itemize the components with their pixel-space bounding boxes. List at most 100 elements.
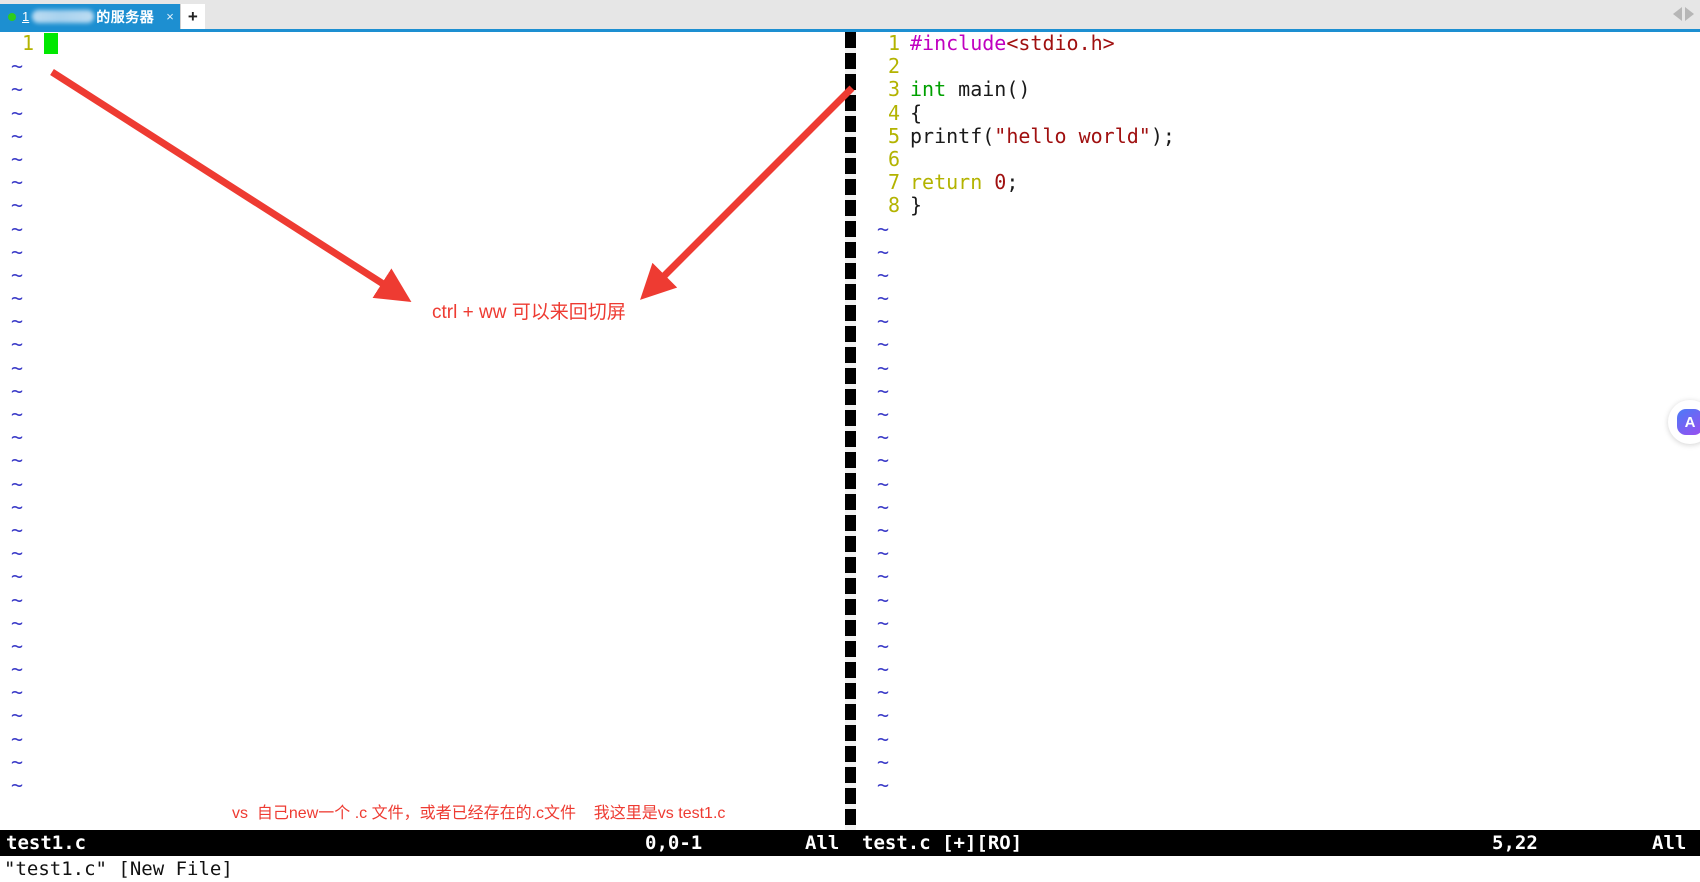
empty-line-marker: ~	[0, 587, 845, 612]
line-content: {	[910, 101, 922, 125]
editor-line: 5 printf("hello world");	[866, 124, 1700, 148]
vim-message-line: "test1.c" [New File]	[0, 856, 1700, 882]
tilde-icon: ~	[10, 657, 24, 682]
empty-line-marker: ~	[866, 726, 1700, 751]
empty-line-marker: ~	[0, 146, 845, 171]
empty-line-marker: ~	[866, 704, 1700, 727]
empty-line-marker: ~	[866, 471, 1700, 496]
line-number: 3	[887, 77, 900, 102]
tilde-icon: ~	[10, 703, 24, 728]
tilde-icon: ~	[10, 123, 24, 148]
assistant-avatar-glyph: A	[1677, 409, 1700, 435]
chevron-right-icon[interactable]	[1685, 7, 1694, 21]
new-tab-button[interactable]: +	[179, 4, 205, 29]
tilde-icon: ~	[10, 471, 24, 496]
empty-line-marker: ~	[866, 286, 1700, 310]
tilde-icon: ~	[876, 633, 890, 658]
tab-server-session[interactable]: 1 的服务器 ×	[0, 4, 180, 29]
tilde-icon: ~	[10, 378, 24, 403]
empty-line-marker: ~	[866, 657, 1700, 682]
tilde-icon: ~	[10, 286, 24, 311]
tilde-icon: ~	[10, 355, 24, 380]
tilde-icon: ~	[876, 332, 890, 357]
tilde-icon: ~	[10, 193, 24, 218]
line-number: 2	[887, 54, 900, 79]
line-number: 6	[887, 146, 900, 171]
tilde-icon: ~	[10, 610, 24, 635]
status-right-position: 5,22	[1492, 832, 1538, 854]
empty-line-marker: ~	[0, 495, 845, 519]
empty-line-marker: ~	[0, 425, 845, 449]
tilde-icon: ~	[876, 541, 890, 566]
empty-line-marker: ~	[866, 749, 1700, 774]
empty-line-marker: ~	[866, 541, 1700, 566]
code-token: main()	[958, 77, 1031, 102]
terminal-tab-bar: 1 的服务器 × +	[0, 0, 1700, 32]
tilde-icon: ~	[876, 402, 890, 426]
tilde-icon: ~	[10, 332, 24, 357]
tilde-icon: ~	[876, 262, 890, 287]
tilde-icon: ~	[10, 239, 24, 264]
empty-line-marker: ~	[0, 750, 845, 774]
code-token: <stdio.h>	[1006, 31, 1115, 55]
tilde-icon: ~	[876, 749, 890, 774]
tilde-icon: ~	[876, 680, 890, 705]
empty-line-marker: ~	[866, 333, 1700, 356]
empty-line-marker: ~	[0, 263, 845, 287]
empty-line-marker: ~	[866, 425, 1700, 449]
tilde-icon: ~	[10, 402, 24, 426]
tilde-icon: ~	[10, 633, 24, 658]
empty-line-marker: ~	[866, 402, 1700, 426]
tilde-icon: ~	[10, 216, 24, 241]
tilde-icon: ~	[10, 564, 24, 589]
line-number: 7	[887, 170, 900, 195]
empty-line-marker: ~	[866, 633, 1700, 658]
text-cursor	[44, 33, 58, 55]
empty-line-marker: ~	[866, 565, 1700, 588]
line-content: }	[910, 194, 922, 217]
tilde-icon: ~	[10, 146, 24, 171]
tilde-icon: ~	[10, 587, 24, 612]
tab-redacted-host	[32, 10, 95, 23]
vim-pane-right[interactable]: 1 #include<stdio.h> 2 3 int main() 4{5 printf(…	[866, 31, 1700, 798]
line-content: int main()	[910, 78, 1030, 101]
chevron-left-icon[interactable]	[1673, 7, 1682, 21]
status-left-percent: All	[805, 832, 840, 854]
tilde-icon: ~	[876, 726, 890, 751]
tilde-icon: ~	[10, 100, 24, 125]
tilde-icon: ~	[876, 564, 890, 589]
empty-line-marker: ~	[0, 681, 845, 704]
tilde-icon: ~	[876, 471, 890, 496]
code-token: }	[910, 193, 923, 218]
terminal-screen[interactable]: 1 ~ ~ ~ ~ ~ ~ ~ ~ ~ ~ ~ ~ ~ ~ ~ ~ ~ ~ ~ ~ ~ ~ ~ ~ ~ ~ ~ ~ ~ ~ ~ ~ 1 #inc…	[0, 31, 1700, 882]
line-content: return 0;	[910, 171, 1018, 194]
status-bar-separator	[845, 830, 856, 856]
code-token: 0	[994, 170, 1007, 195]
empty-line-marker: ~	[0, 170, 845, 194]
empty-line-marker: ~	[866, 356, 1700, 380]
tilde-icon: ~	[10, 541, 24, 566]
editor-line: 7 return 0;	[866, 170, 1700, 195]
close-icon[interactable]: ×	[166, 10, 174, 23]
editor-line: 4{	[866, 100, 1700, 125]
line-number: 4	[887, 100, 900, 125]
code-token: return	[910, 170, 995, 195]
empty-line-marker: ~	[0, 54, 845, 78]
line-content: printf("hello world");	[910, 124, 1175, 148]
empty-line-marker: ~	[0, 194, 845, 217]
vim-pane-left[interactable]: 1 ~ ~ ~ ~ ~ ~ ~ ~ ~ ~ ~ ~ ~ ~ ~ ~ ~ ~ ~ ~ ~ ~ ~ ~ ~ ~ ~ ~ ~ ~ ~ ~	[0, 31, 845, 797]
empty-line-marker: ~	[0, 216, 845, 241]
tilde-icon: ~	[10, 680, 24, 705]
tilde-icon: ~	[876, 657, 890, 682]
tilde-icon: ~	[10, 448, 24, 473]
empty-line-marker: ~	[0, 518, 845, 542]
editor-line: 3 int main()	[866, 78, 1700, 101]
empty-line-markers-right: ~ ~ ~ ~ ~ ~ ~ ~ ~ ~ ~ ~ ~ ~ ~ ~ ~ ~ ~ ~ ~ ~ ~ ~ ~	[866, 216, 1700, 798]
tilde-icon: ~	[876, 309, 890, 334]
empty-line-marker: ~	[0, 704, 845, 727]
tilde-icon: ~	[876, 610, 890, 635]
status-left-position: 0,0-1	[645, 832, 703, 854]
empty-line-marker: ~	[0, 471, 845, 496]
tilde-icon: ~	[10, 773, 24, 797]
tilde-icon: ~	[876, 216, 890, 241]
